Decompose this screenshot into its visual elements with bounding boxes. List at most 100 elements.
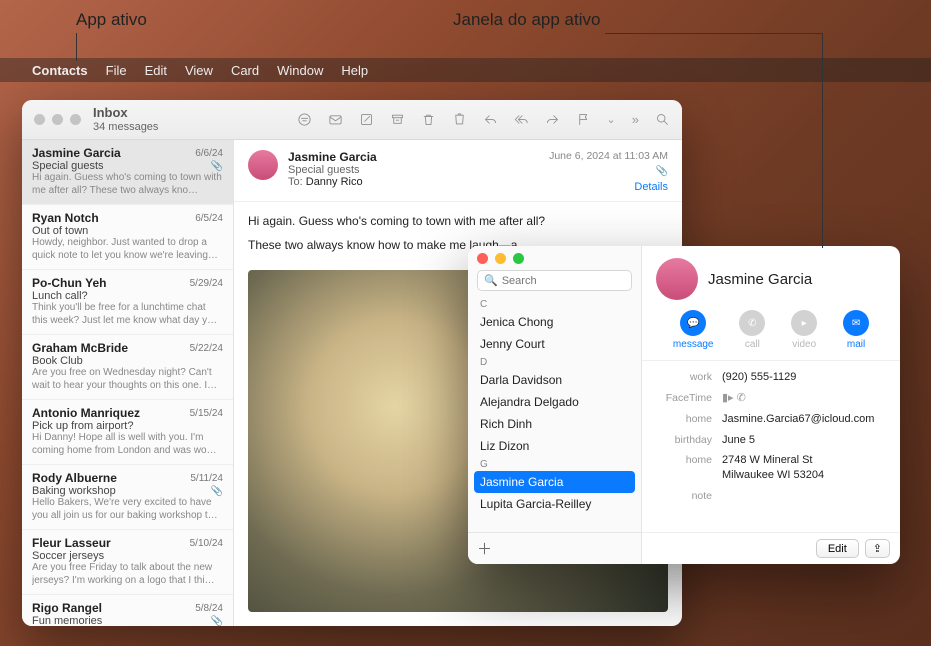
traffic-lights — [477, 253, 524, 264]
avatar — [248, 150, 278, 180]
mail-list-item[interactable]: Rody Albuerne5/11/24Baking workshop📎Hell… — [22, 465, 233, 530]
message-icon: 💬 — [680, 310, 706, 336]
message-list[interactable]: Jasmine Garcia6/6/24Special guests📎Hi ag… — [22, 140, 234, 626]
field-label: birthday — [656, 433, 712, 448]
field-value: (920) 555-1129 — [722, 370, 886, 385]
video-action[interactable]: ▸video — [791, 310, 817, 350]
compose-icon[interactable] — [359, 112, 374, 127]
reply-all-icon[interactable] — [514, 112, 529, 127]
menu-card[interactable]: Card — [231, 63, 259, 78]
call-action[interactable]: ✆call — [739, 310, 765, 350]
trash-icon[interactable] — [421, 112, 436, 127]
mail-list-item[interactable]: Jasmine Garcia 6/6/24 Special guests 📎Hi ag… — [22, 140, 233, 205]
list-preview: Hi again. Guess who's coming to town wit… — [32, 172, 223, 197]
chevron-down-icon[interactable]: ⌄ — [607, 113, 616, 126]
share-button[interactable]: ⇪ — [865, 539, 890, 558]
mailbox-title: Inbox — [93, 106, 158, 121]
contact-row[interactable]: Jasmine Garcia — [474, 471, 635, 493]
contact-row[interactable]: Jenny Court — [468, 333, 641, 355]
field-label: home — [656, 453, 712, 483]
zoom-button[interactable] — [70, 114, 81, 125]
menu-view[interactable]: View — [185, 63, 213, 78]
message-body-line: Hi again. Guess who's coming to town wit… — [248, 212, 668, 230]
forward-icon[interactable] — [545, 112, 560, 127]
contact-row[interactable]: Darla Davidson — [468, 369, 641, 391]
list-date: 5/15/24 — [190, 408, 223, 419]
zoom-button[interactable] — [513, 253, 524, 264]
list-subject: Lunch call? — [32, 290, 88, 302]
mail-list-item[interactable]: Ryan Notch6/5/24Out of townHowdy, neighb… — [22, 205, 233, 270]
contact-field: FaceTime ▮▸ ✆ — [642, 388, 900, 409]
avatar — [656, 258, 698, 300]
contact-field: homeJasmine.Garcia67@icloud.com — [642, 409, 900, 430]
message-subject: Special guests — [288, 164, 539, 176]
mail-list-item[interactable]: Graham McBride5/22/24Book ClubAre you fr… — [22, 335, 233, 400]
field-value: June 5 — [722, 433, 886, 448]
contact-row[interactable]: Lupita Garcia-Reilley — [468, 493, 641, 515]
close-button[interactable] — [34, 114, 45, 125]
message-to: Danny Rico — [306, 176, 363, 188]
phone-icon: ✆ — [739, 310, 765, 336]
field-value: Jasmine.Garcia67@icloud.com — [722, 412, 886, 427]
facetime-video-icon[interactable]: ▮▸ — [722, 392, 734, 404]
message-timestamp: June 6, 2024 at 11:03 AM — [549, 150, 668, 162]
archive-icon[interactable] — [390, 112, 405, 127]
list-preview: Howdy, neighbor. Just wanted to drop a q… — [32, 237, 223, 262]
list-subject: Baking workshop — [32, 485, 116, 497]
filter-icon[interactable] — [297, 112, 312, 127]
minimize-button[interactable] — [52, 114, 63, 125]
search-field[interactable]: 🔍 — [477, 270, 632, 291]
mail-list-item[interactable]: Fleur Lasseur5/10/24Soccer jerseysAre yo… — [22, 530, 233, 595]
mail-action[interactable]: ✉mail — [843, 310, 869, 350]
contact-row[interactable]: Liz Dizon — [468, 435, 641, 457]
add-contact-button[interactable]: ＋ — [468, 532, 641, 564]
search-icon[interactable] — [655, 112, 670, 127]
menu-help[interactable]: Help — [341, 63, 368, 78]
list-subject: Book Club — [32, 355, 83, 367]
list-date: 6/6/24 — [195, 148, 223, 159]
contact-row[interactable]: Alejandra Delgado — [468, 391, 641, 413]
list-date: 5/29/24 — [190, 278, 223, 289]
attachment-icon: 📎 — [211, 161, 223, 172]
close-button[interactable] — [477, 253, 488, 264]
facetime-audio-icon[interactable]: ✆ — [737, 392, 746, 404]
more-icon[interactable]: » — [632, 112, 639, 127]
reply-icon[interactable] — [483, 112, 498, 127]
new-mail-icon[interactable] — [328, 112, 343, 127]
message-action[interactable]: 💬message — [673, 310, 714, 350]
field-label: FaceTime — [656, 391, 712, 406]
contact-fields: work(920) 555-1129FaceTime▮▸ ✆homeJasmin… — [642, 361, 900, 532]
mail-list-item[interactable]: Po-Chun Yeh5/29/24Lunch call?Think you'l… — [22, 270, 233, 335]
attachment-icon: 📎 — [656, 166, 668, 177]
junk-icon[interactable] — [452, 112, 467, 127]
search-input[interactable] — [502, 275, 644, 287]
flag-icon[interactable] — [576, 112, 591, 127]
minimize-button[interactable] — [495, 253, 506, 264]
search-icon: 🔍 — [484, 274, 498, 287]
contact-name: Jasmine Garcia — [708, 271, 812, 288]
list-from: Ryan Notch — [32, 211, 99, 225]
field-value: 2748 W Mineral St Milwaukee WI 53204 — [722, 453, 886, 483]
details-link[interactable]: Details — [634, 181, 668, 193]
section-header: D — [468, 355, 641, 369]
section-header: G — [468, 457, 641, 471]
menubar-app-name[interactable]: Contacts — [32, 63, 88, 78]
list-date: 5/10/24 — [190, 538, 223, 549]
list-preview: Are you free Friday to talk about the ne… — [32, 562, 223, 587]
list-subject: Special guests — [32, 160, 104, 172]
mail-list-item[interactable]: Antonio Manriquez5/15/24Pick up from air… — [22, 400, 233, 465]
contact-row[interactable]: Rich Dinh — [468, 413, 641, 435]
list-preview: Hello Bakers, We're very excited to have… — [32, 497, 223, 522]
menu-file[interactable]: File — [106, 63, 127, 78]
attachment-icon: 📎 — [211, 616, 223, 627]
field-value: ▮▸ ✆ — [722, 391, 886, 406]
contacts-window: 🔍 CJenica ChongJenny CourtDDarla Davidso… — [468, 246, 900, 564]
mail-list-item[interactable]: Rigo Rangel5/8/24Fun memories📎 — [22, 595, 233, 626]
mail-icon: ✉ — [843, 310, 869, 336]
edit-button[interactable]: Edit — [816, 539, 859, 558]
contact-row[interactable]: Jenica Chong — [468, 311, 641, 333]
list-from: Jasmine Garcia — [32, 146, 121, 160]
menu-window[interactable]: Window — [277, 63, 323, 78]
contacts-list[interactable]: CJenica ChongJenny CourtDDarla DavidsonA… — [468, 297, 641, 532]
menu-edit[interactable]: Edit — [145, 63, 167, 78]
